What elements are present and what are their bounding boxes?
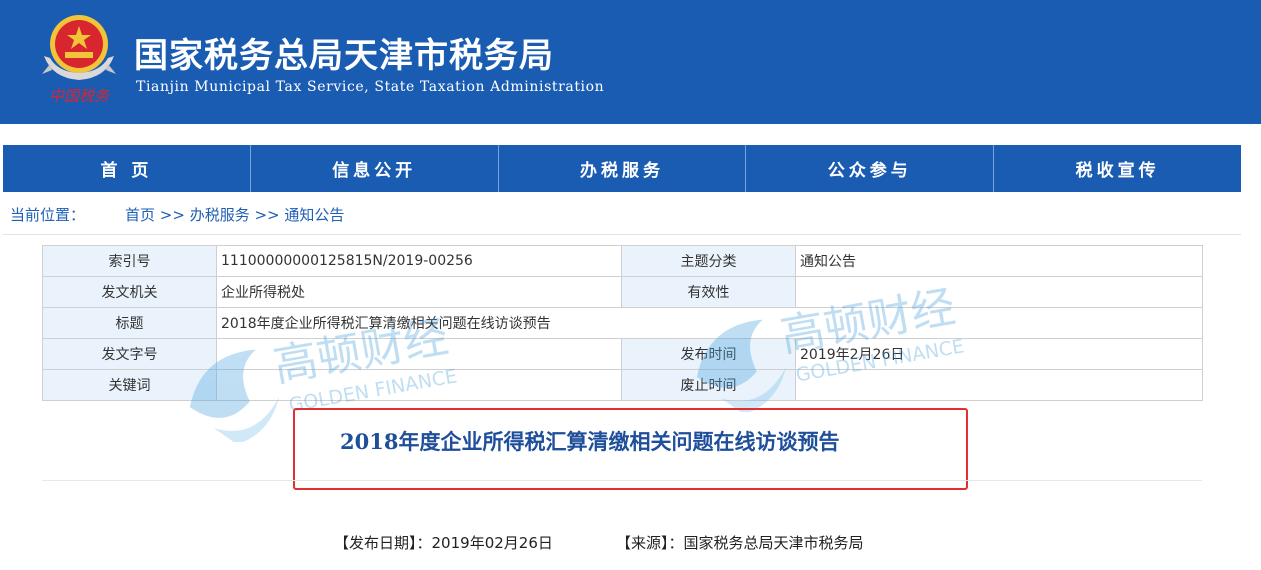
meta-value-keywords (216, 369, 622, 401)
publish-date-info: 【发布日期】：2019年02月26日 (334, 532, 553, 553)
publish-date-label: 【发布日期】： (334, 534, 432, 552)
national-emblem-icon[interactable]: 中国税务 (38, 8, 120, 108)
table-row: 标题 2018年度企业所得税汇算清缴相关问题在线访谈预告 (42, 307, 1203, 339)
meta-value-issuer: 企业所得税处 (216, 276, 622, 308)
meta-key-issuer: 发文机关 (42, 276, 217, 308)
meta-value-category: 通知公告 (795, 245, 1203, 277)
source-label: 【来源】： (616, 534, 684, 552)
site-subtitle: Tianjin Municipal Tax Service, State Tax… (136, 79, 605, 95)
main-nav: 首 页 信息公开 办税服务 公众参与 税收宣传 (3, 145, 1241, 192)
meta-value-index: 11100000000125815N/2019-00256 (216, 245, 622, 277)
breadcrumb-home-link[interactable]: 首页 (125, 206, 155, 224)
site-header: 中国税务 国家税务总局天津市税务局 Tianjin Municipal Tax … (0, 0, 1261, 124)
table-row: 发文机关 企业所得税处 有效性 (42, 276, 1203, 308)
document-meta-table: 索引号 11100000000125815N/2019-00256 主题分类 通… (42, 245, 1203, 401)
meta-key-validity: 有效性 (621, 276, 796, 308)
divider (42, 480, 1202, 481)
breadcrumb-separator: >> (249, 206, 285, 224)
nav-item-tax-promotion[interactable]: 税收宣传 (994, 145, 1241, 192)
breadcrumb: 当前位置： 首页 >> 办税服务 >> 通知公告 (10, 204, 344, 225)
breadcrumb-tax-service-link[interactable]: 办税服务 (190, 206, 250, 224)
breadcrumb-notice-link[interactable]: 通知公告 (284, 206, 344, 224)
article-title: 2018年度企业所得税汇算清缴相关问题在线访谈预告 (340, 429, 840, 454)
table-row: 索引号 11100000000125815N/2019-00256 主题分类 通… (42, 245, 1203, 277)
nav-item-info-disclosure[interactable]: 信息公开 (251, 145, 499, 192)
meta-value-doc-number (216, 338, 622, 370)
meta-key-title: 标题 (42, 307, 217, 339)
source-value: 国家税务总局天津市税务局 (683, 534, 864, 552)
emblem-text: 中国税务 (49, 87, 111, 105)
meta-key-keywords: 关键词 (42, 369, 217, 401)
meta-key-doc-number: 发文字号 (42, 338, 217, 370)
nav-item-tax-service[interactable]: 办税服务 (499, 145, 747, 192)
meta-value-title: 2018年度企业所得税汇算清缴相关问题在线访谈预告 (216, 307, 1203, 339)
meta-value-publish-time: 2019年2月26日 (795, 338, 1203, 370)
source-info: 【来源】：国家税务总局天津市税务局 (616, 532, 864, 553)
meta-key-publish-time: 发布时间 (621, 338, 796, 370)
meta-key-index: 索引号 (42, 245, 217, 277)
nav-item-public-participation[interactable]: 公众参与 (746, 145, 995, 192)
divider (3, 234, 1241, 235)
breadcrumb-label: 当前位置： (10, 206, 86, 224)
meta-key-expiry: 废止时间 (621, 369, 796, 401)
publish-date-value: 2019年02月26日 (431, 534, 553, 552)
breadcrumb-separator: >> (155, 206, 190, 224)
table-row: 关键词 废止时间 (42, 369, 1203, 401)
meta-value-expiry (795, 369, 1203, 401)
nav-item-home[interactable]: 首 页 (3, 145, 251, 192)
meta-key-category: 主题分类 (621, 245, 796, 277)
site-title[interactable]: 国家税务总局天津市税务局 (134, 28, 554, 77)
table-row: 发文字号 发布时间 2019年2月26日 (42, 338, 1203, 370)
meta-value-validity (795, 276, 1203, 308)
